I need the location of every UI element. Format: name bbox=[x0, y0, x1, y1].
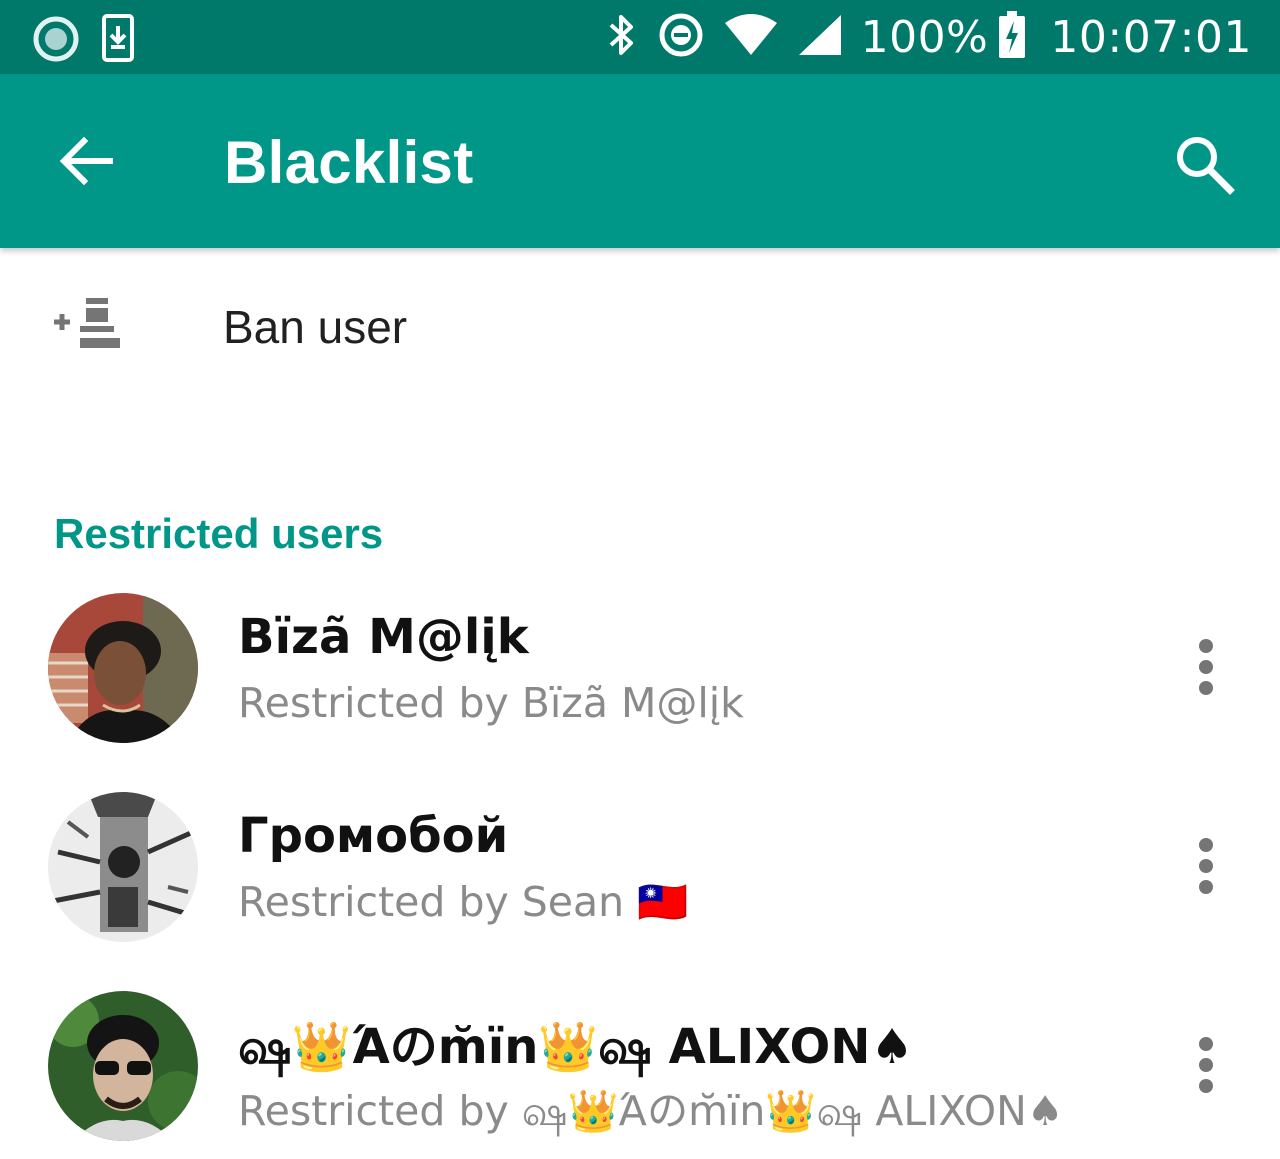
arrow-back-icon bbox=[56, 136, 116, 193]
page-title: Blacklist bbox=[224, 129, 474, 196]
search-button[interactable] bbox=[1172, 132, 1236, 196]
cell-signal-icon bbox=[797, 13, 843, 62]
user-name: Bïzã M@lįk bbox=[238, 609, 529, 665]
list-item-user[interactable]: Громобой Restricted by Sean 🇹🇼 bbox=[0, 792, 1280, 990]
more-vert-icon bbox=[1199, 838, 1213, 852]
avatar bbox=[48, 792, 198, 942]
back-button[interactable] bbox=[56, 133, 116, 189]
section-header-restricted-users: Restricted users bbox=[54, 510, 384, 557]
download-phone-icon bbox=[98, 14, 138, 69]
status-left-icons bbox=[32, 14, 156, 69]
more-vert-dot bbox=[1199, 660, 1213, 674]
wifi-icon bbox=[723, 13, 779, 62]
list-item-user[interactable]: ஷ👑Άのm̆ïn👑ஷ ALIXON♠ Restricted by ஷ👑Άのm̆ï… bbox=[0, 991, 1280, 1159]
app-bar: Blacklist bbox=[0, 74, 1280, 248]
do-not-disturb-icon bbox=[657, 11, 705, 64]
avatar bbox=[48, 593, 198, 743]
more-options-button[interactable] bbox=[1186, 1037, 1226, 1097]
list-item-user[interactable]: Bïzã M@lįk Restricted by Bïzã M@lįk bbox=[0, 593, 1280, 791]
add-ban-user-icon bbox=[52, 298, 124, 354]
avatar bbox=[48, 991, 198, 1141]
user-name: Громобой bbox=[238, 808, 509, 864]
status-bar: 100% 10:07:01 bbox=[0, 0, 1280, 74]
more-vert-dot bbox=[1199, 880, 1213, 894]
search-icon bbox=[1172, 137, 1236, 200]
battery-charging-icon bbox=[998, 10, 1026, 64]
ban-user-button[interactable]: Ban user bbox=[0, 250, 1280, 400]
more-vert-icon bbox=[1199, 639, 1213, 653]
restricted-by-text: Restricted by Sean 🇹🇼 bbox=[238, 878, 689, 926]
ban-user-label: Ban user bbox=[223, 301, 408, 353]
more-options-button[interactable] bbox=[1186, 838, 1226, 898]
bluetooth-icon bbox=[605, 11, 639, 64]
more-vert-icon bbox=[1199, 1037, 1213, 1051]
restricted-by-text: Restricted by ஷ👑Άのm̆ïn👑ஷ ALIXON♠ bbox=[238, 1087, 1064, 1135]
record-icon bbox=[32, 15, 80, 68]
more-vert-dot bbox=[1199, 681, 1213, 695]
status-right-icons: 100% 10:07:01 bbox=[605, 8, 1252, 66]
status-time: 10:07:01 bbox=[1050, 11, 1252, 63]
more-vert-dot bbox=[1199, 1079, 1213, 1093]
more-vert-dot bbox=[1199, 859, 1213, 873]
more-vert-dot bbox=[1199, 1058, 1213, 1072]
user-name: ஷ👑Άのm̆ïn👑ஷ ALIXON♠ bbox=[238, 1019, 914, 1075]
restricted-by-text: Restricted by Bïzã M@lįk bbox=[238, 679, 744, 727]
battery-percent: 100% bbox=[860, 11, 989, 63]
more-options-button[interactable] bbox=[1186, 639, 1226, 699]
